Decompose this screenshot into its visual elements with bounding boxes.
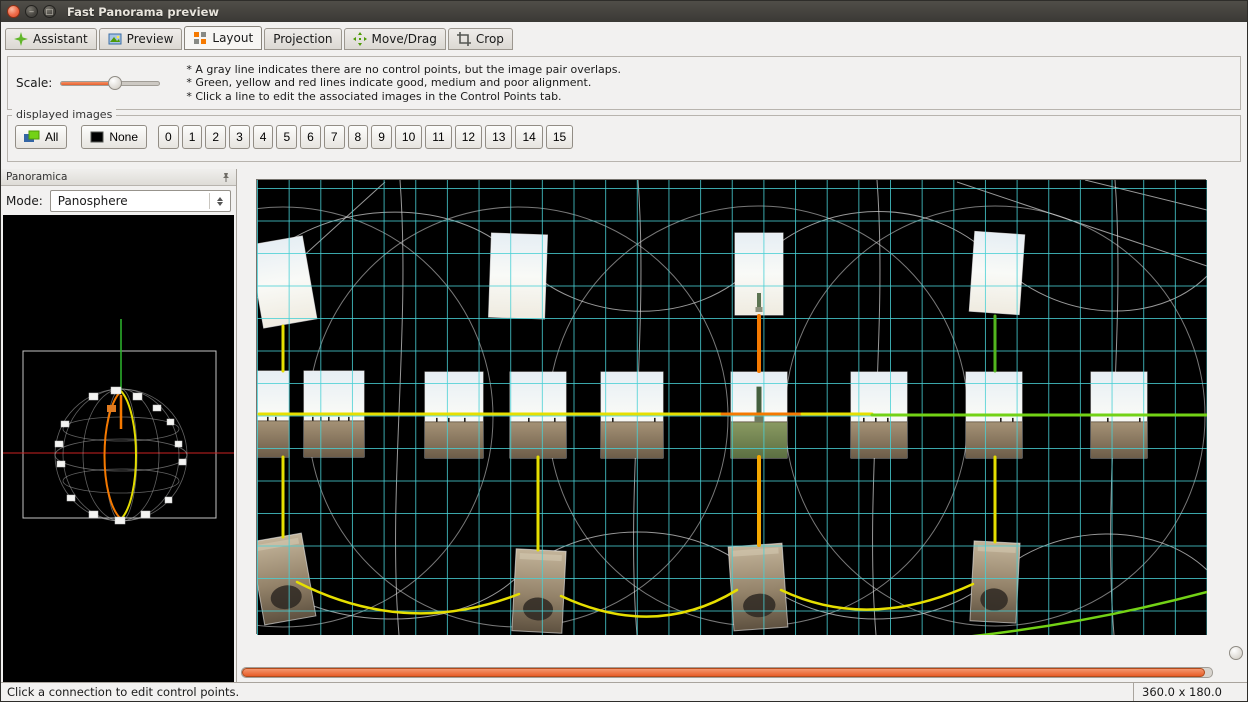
image-toggle-3[interactable]: 3 [229,125,250,149]
all-button[interactable]: All [15,125,67,149]
mode-row: Mode: Panosphere [1,186,236,216]
close-button[interactable] [7,5,20,18]
displayed-images-row: All None 0123456789101112131415 [8,116,1240,149]
scale-slider-fill [61,82,115,85]
horizontal-scrollbar[interactable] [241,667,1213,678]
tab-move-drag[interactable]: Move/Drag [344,28,446,50]
layout-canvas-svg[interactable] [257,180,1207,635]
horizontal-scrollbar-thumb[interactable] [242,668,1205,677]
all-icon [24,130,40,144]
image-toggle-2[interactable]: 2 [205,125,226,149]
image-toggle-10[interactable]: 10 [395,125,422,149]
image-thumb-sky[interactable] [969,231,1024,314]
panosphere-svg [3,215,234,684]
scale-slider-handle[interactable] [108,76,122,90]
image-toggle-12[interactable]: 12 [455,125,482,149]
none-button[interactable]: None [81,125,147,149]
vertical-scroll-handle[interactable] [1229,646,1243,660]
layout-canvas[interactable] [256,179,1206,634]
image-toggle-11[interactable]: 11 [425,125,451,149]
note-gray-line: * A gray line indicates there are no con… [186,63,621,77]
title-bar: ‒ □ Fast Panorama preview [1,1,1247,22]
displayed-images-title: displayed images [12,108,116,121]
tab-projection[interactable]: Projection [264,28,341,50]
window-title: Fast Panorama preview [67,5,219,19]
tab-layout[interactable]: Layout [184,26,262,50]
fast-panorama-preview-window: { "window": { "title": "Fast Panorama pr… [0,0,1248,702]
scale-panel: Scale: * A gray line indicates there are… [7,56,1241,110]
note-click-line: * Click a line to edit the associated im… [186,90,621,104]
panoramica-title: Panoramica [6,171,67,183]
tab-label: Crop [476,32,504,46]
image-toggle-1[interactable]: 1 [182,125,203,149]
image-thumb-sky[interactable] [489,233,548,319]
image-toggle-6[interactable]: 6 [300,125,321,149]
tab-label: Projection [273,32,332,46]
image-thumb-sky-statue[interactable] [735,233,783,315]
status-bar: Click a connection to edit control point… [1,682,1247,701]
panoramica-header: Panoramica [1,169,236,186]
crop-icon [457,32,471,46]
image-toggle-5[interactable]: 5 [276,125,297,149]
panoramica-panel: Panoramica Mode: Panosphere [1,169,237,682]
sphere-selected-thumb [107,405,116,412]
scale-slider[interactable] [60,81,160,86]
layout-icon [193,31,207,45]
note-line-colors: * Green, yellow and red lines indicate g… [186,76,621,90]
tab-label: Assistant [33,32,88,46]
tab-preview[interactable]: Preview [99,28,183,50]
image-toggle-8[interactable]: 8 [348,125,369,149]
mode-value: Panosphere [58,194,128,208]
image-toggle-13[interactable]: 13 [485,125,512,149]
tab-crop[interactable]: Crop [448,28,513,50]
mode-combobox[interactable]: Panosphere [50,190,231,212]
assistant-icon [14,32,28,46]
displayed-images-frame: displayed images All None 01234567891011… [7,115,1241,162]
image-thumb-ground[interactable] [512,549,566,634]
image-number-buttons: 0123456789101112131415 [158,125,573,149]
legend-notes: * A gray line indicates there are no con… [186,63,621,104]
tab-label: Preview [127,32,174,46]
maximize-icon: □ [44,6,55,17]
none-button-label: None [109,130,138,144]
all-button-label: All [45,130,58,144]
image-toggle-15[interactable]: 15 [546,125,573,149]
minimize-icon: ‒ [26,6,37,17]
tab-assistant[interactable]: Assistant [5,28,97,50]
layout-main-area [238,169,1247,682]
scale-label: Scale: [16,76,52,90]
combo-arrows-icon[interactable] [209,193,223,209]
preview-icon [108,32,122,46]
image-thumb-ground[interactable] [728,543,788,631]
tab-bar: Assistant Preview Layout Projection Move/Dra… [1,22,1247,50]
none-icon [90,130,104,144]
image-toggle-9[interactable]: 9 [371,125,392,149]
pin-icon[interactable] [221,172,231,183]
movedrag-icon [353,32,367,46]
mode-label: Mode: [6,194,43,208]
image-toggle-7[interactable]: 7 [324,125,345,149]
tab-label: Layout [212,31,253,45]
tab-label: Move/Drag [372,32,437,46]
maximize-button[interactable]: □ [43,5,56,18]
image-toggle-14[interactable]: 14 [515,125,542,149]
image-toggle-0[interactable]: 0 [158,125,179,149]
sphere-yellow-ring [121,391,136,519]
panosphere-view[interactable] [3,215,234,682]
minimize-button[interactable]: ‒ [25,5,38,18]
status-message: Click a connection to edit control point… [7,685,239,699]
image-toggle-4[interactable]: 4 [253,125,274,149]
pano-size-readout: 360.0 x 180.0 [1133,683,1247,701]
